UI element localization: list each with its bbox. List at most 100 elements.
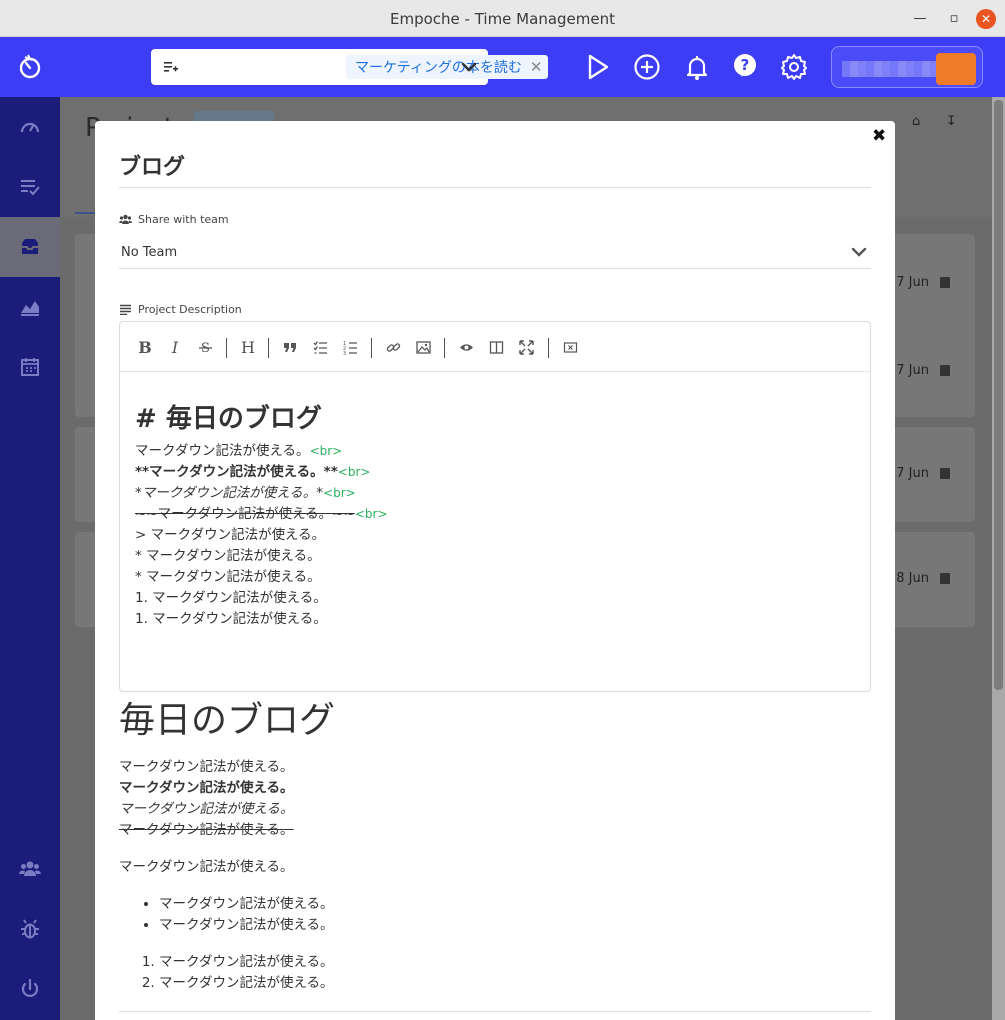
quote-icon (283, 342, 296, 352)
editor-line: * マークダウン記法が使える。 (135, 548, 321, 564)
editor-line: > マークダウン記法が使える。 (135, 527, 326, 543)
strikethrough-icon: S (198, 341, 212, 355)
list-item: マークダウン記法が使える。 (159, 894, 871, 915)
sidebar-item-team[interactable] (0, 839, 60, 899)
stopwatch-logo-icon[interactable] (17, 54, 43, 80)
align-left-icon (120, 304, 131, 315)
quote-button[interactable] (279, 336, 301, 358)
sidebar-item-projects[interactable] (0, 217, 60, 277)
bell-icon[interactable] (683, 53, 711, 81)
toolbar-separator (268, 338, 269, 358)
minimize-icon[interactable]: — (910, 9, 930, 29)
maximize-icon[interactable]: ▫ (944, 9, 964, 29)
columns-icon (489, 340, 503, 354)
preview-italic: マークダウン記法が使える。 (119, 801, 294, 817)
scrollbar-thumb[interactable] (994, 100, 1003, 690)
add-circle-icon[interactable] (633, 53, 661, 81)
sidebar-item-bug-report[interactable] (0, 899, 60, 959)
team-select-value: No Team (121, 245, 178, 260)
preview-button[interactable] (455, 336, 477, 358)
ordered-list-button[interactable]: 123 (339, 336, 361, 358)
image-icon (415, 340, 431, 354)
calendar-icon (940, 573, 950, 584)
task-selector[interactable]: マーケティングの本を読む ✕ (151, 49, 549, 85)
play-icon[interactable] (584, 53, 612, 81)
br-tag: <br> (323, 486, 356, 500)
chevron-down-icon[interactable] (851, 245, 867, 259)
modal-title: ブログ (119, 155, 186, 180)
editor-line: マークダウン記法が使える。<br> (135, 441, 387, 462)
checklist-icon (21, 180, 40, 196)
fullscreen-button[interactable] (515, 336, 537, 358)
toolbar-separator (444, 338, 445, 358)
editor-line: ~~マークダウン記法が使える。~~<br> (135, 504, 387, 525)
users-icon (119, 214, 132, 224)
markdown-guide-icon (563, 341, 577, 353)
editor-line-text: ~~マークダウン記法が使える。~~ (135, 506, 355, 522)
user-profile-button[interactable] (831, 46, 983, 88)
window-title: Empoche - Time Management (389, 10, 615, 28)
markdown-editor[interactable]: B I S H 123 # 毎日のブログ マークダウン記法が使える。<br> *… (119, 321, 871, 692)
preview-bullet-list: マークダウン記法が使える。 マークダウン記法が使える。 (159, 894, 871, 936)
editor-line-text: *マークダウン記法が使える。* (135, 485, 324, 501)
markdown-preview: 毎日のブログ マークダウン記法が使える。 マークダウン記法が使える。 マークダウ… (119, 697, 871, 994)
preview-paragraph: マークダウン記法が使える。 (119, 759, 294, 775)
side-by-side-button[interactable] (485, 336, 507, 358)
italic-button[interactable]: I (164, 336, 186, 358)
toolbar-separator (548, 338, 549, 358)
sidebar-item-dashboard[interactable] (0, 97, 60, 157)
playlist-add-icon (164, 62, 178, 72)
svg-text:?: ? (741, 56, 750, 74)
editor-line: *マークダウン記法が使える。*<br> (135, 483, 387, 504)
toolbar-separator (226, 338, 227, 358)
guide-button[interactable] (559, 336, 581, 358)
close-modal-icon[interactable]: ✖ (872, 126, 886, 146)
gear-icon[interactable] (780, 53, 808, 81)
heading-button[interactable]: H (237, 336, 259, 358)
link-icon (386, 342, 400, 352)
bold-button[interactable]: B (134, 336, 156, 358)
preview-strikethrough: マークダウン記法が使える。 (119, 822, 294, 838)
sidebar-item-calendar[interactable] (0, 337, 60, 397)
chevron-down-icon[interactable] (460, 59, 478, 75)
strikethrough-button[interactable]: S (194, 336, 216, 358)
sidebar-item-tasks[interactable] (0, 157, 60, 217)
description-label-text: Project Description (138, 303, 242, 316)
team-select[interactable]: No Team (119, 239, 871, 269)
selected-task-chip[interactable]: マーケティングの本を読む ✕ (346, 55, 549, 79)
ordered-list-icon: 123 (343, 341, 357, 355)
window-titlebar: Empoche - Time Management — ▫ ✕ (0, 0, 1005, 37)
list-item: マークダウン記法が使える。 (159, 915, 871, 936)
br-tag: <br> (309, 444, 343, 458)
editor-content[interactable]: # 毎日のブログ マークダウン記法が使える。<br> **マークダウン記法が使え… (135, 399, 387, 630)
sidebar-item-reports[interactable] (0, 277, 60, 337)
preview-heading: 毎日のブログ (119, 700, 336, 741)
page-scrollbar[interactable] (992, 97, 1005, 1020)
remove-task-icon[interactable]: ✕ (530, 58, 543, 76)
sort-icon: ↧ (946, 114, 957, 129)
tag-icon: ⌂ (912, 114, 921, 129)
selected-task-label: マーケティングの本を読む (355, 60, 522, 76)
help-icon[interactable]: ? (731, 53, 759, 81)
editor-line-text: マークダウン記法が使える。 (135, 443, 310, 459)
unordered-list-button[interactable] (309, 336, 331, 358)
inbox-icon (22, 239, 38, 254)
app-header: マーケティングの本を読む ✕ ? (0, 37, 1005, 97)
sidebar-item-logout[interactable] (0, 959, 60, 1019)
editor-line-text: **マークダウン記法が使える。** (135, 464, 338, 480)
image-button[interactable] (412, 336, 434, 358)
editor-line: **マークダウン記法が使える。**<br> (135, 462, 387, 483)
br-tag: <br> (337, 465, 371, 479)
list-item: マークダウン記法が使える。 (159, 952, 871, 973)
toolbar-separator (371, 338, 372, 358)
calendar-icon (940, 277, 950, 288)
calendar-icon (940, 468, 950, 479)
close-window-icon[interactable]: ✕ (976, 9, 996, 29)
preview-blockquote: マークダウン記法が使える。 (119, 859, 294, 875)
list-item: マークダウン記法が使える。 (159, 973, 871, 994)
link-button[interactable] (382, 336, 404, 358)
editor-line: 1. マークダウン記法が使える。 (135, 590, 327, 606)
editor-line: * マークダウン記法が使える。 (135, 569, 321, 585)
users-icon (19, 861, 41, 876)
user-name-blurred (842, 61, 942, 77)
